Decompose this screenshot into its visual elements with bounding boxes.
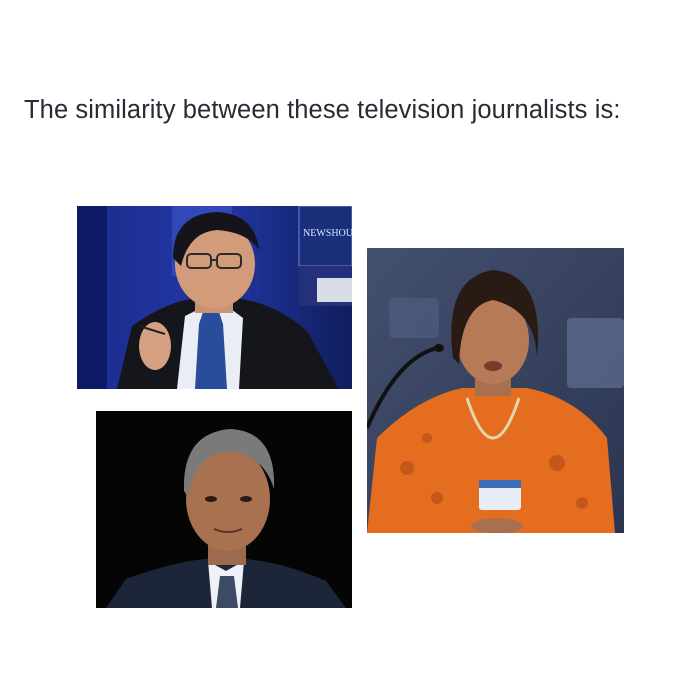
journalist-photo-1: NEWSHOU bbox=[77, 206, 352, 389]
journalist-photo-3 bbox=[367, 248, 624, 533]
journalist-photo-2 bbox=[96, 411, 352, 608]
newshour-logo-text: NEWSHOU bbox=[303, 228, 352, 239]
question-text: The similarity between these television … bbox=[24, 96, 621, 124]
